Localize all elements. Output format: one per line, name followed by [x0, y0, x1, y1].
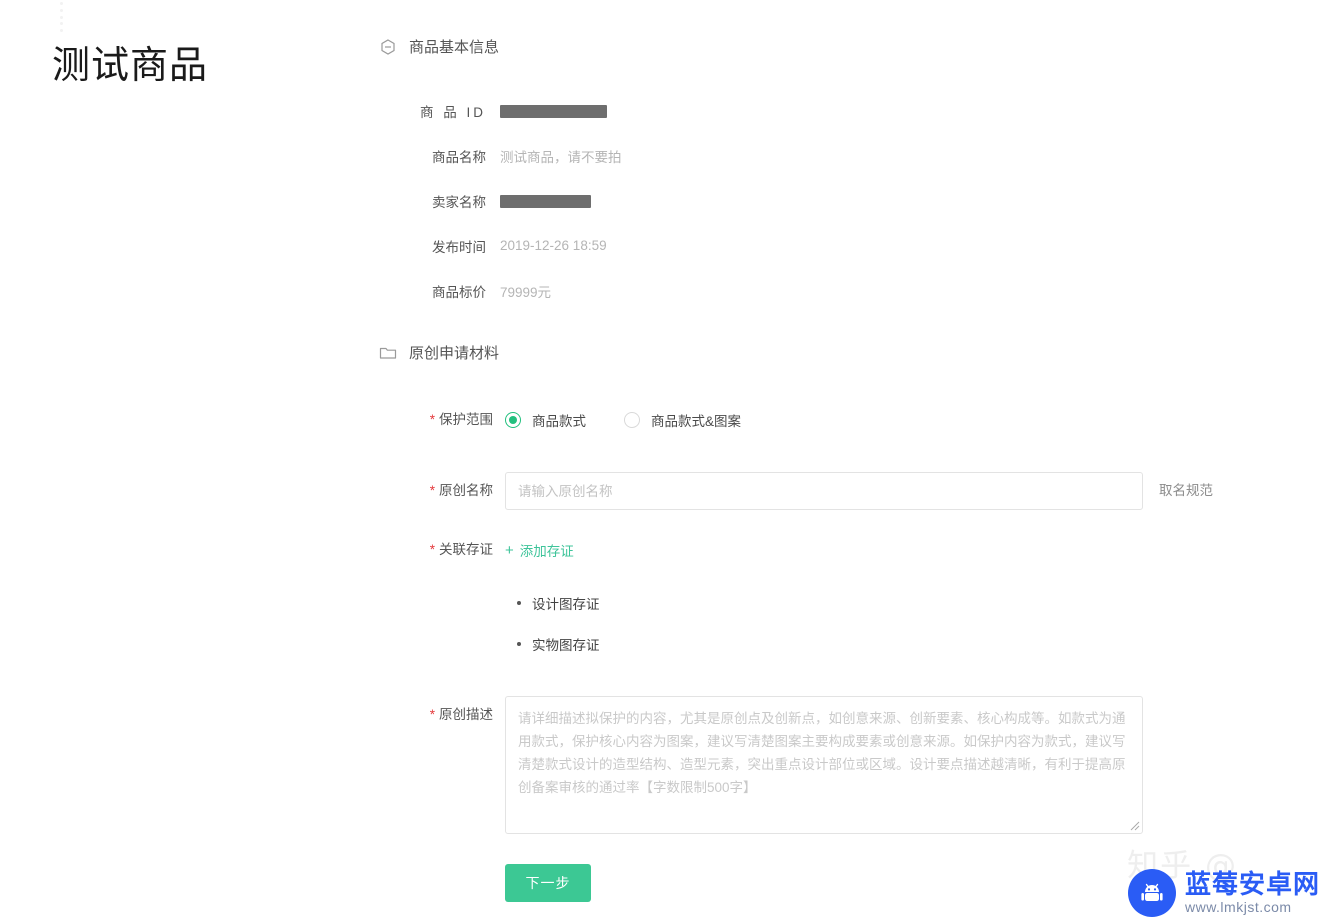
radio-label: 商品款式&图案	[651, 414, 742, 429]
radio-mark-selected	[505, 412, 521, 428]
add-evidence-button[interactable]: + 添加存证	[505, 540, 574, 560]
info-row-price: 商品标价 79999元	[360, 268, 1000, 313]
product-info-list: 商 品 ID 商品名称 测试商品，请不要拍 卖家名称 发布时间 2019-12-…	[360, 88, 1000, 313]
required-asterisk: *	[429, 412, 435, 427]
info-row-product-id: 商 品 ID	[360, 88, 1000, 133]
list-item-label: 设计图存证	[532, 596, 600, 612]
original-application-form: * 保护范围 商品款式 商品款式&图案 * 原创名称 取名规范 * 关联存证	[360, 400, 1326, 902]
info-label: 发布时间	[432, 239, 486, 255]
radio-label: 商品款式	[532, 414, 586, 429]
original-description-textarea[interactable]	[505, 696, 1143, 834]
form-row-linked-evidence: * 关联存证 + 添加存证	[360, 540, 1326, 560]
basic-info-heading-text: 商品基本信息	[409, 39, 500, 56]
form-row-protection-scope: * 保护范围 商品款式 商品款式&图案	[360, 400, 1326, 440]
android-robot-icon	[1127, 869, 1176, 917]
info-label: 商品名称	[432, 149, 486, 165]
next-step-button[interactable]: 下一步	[505, 864, 591, 902]
site-url: www.lmkjst.com	[1184, 899, 1292, 915]
folder-icon	[379, 347, 397, 359]
info-row-seller-name: 卖家名称	[360, 178, 1000, 223]
redacted-bar	[500, 104, 607, 118]
info-value-redacted	[500, 103, 607, 118]
evidence-list: 设计图存证 实物图存证	[360, 582, 1326, 664]
left-column: 测试商品	[0, 0, 360, 921]
main-panel: 商品基本信息 商 品 ID 商品名称 测试商品，请不要拍 卖家名称 发布时间 2…	[360, 0, 1326, 921]
protection-scope-radio-group: 商品款式 商品款式&图案	[505, 410, 779, 430]
info-value-redacted	[500, 193, 591, 208]
bullet-dot-icon	[517, 641, 521, 646]
original-name-input[interactable]	[505, 472, 1143, 510]
list-item-label: 实物图存证	[532, 637, 600, 653]
info-value: 79999元	[500, 284, 552, 300]
info-label: 卖家名称	[432, 194, 486, 210]
required-asterisk: *	[429, 483, 435, 498]
linked-evidence-label: * 关联存证	[360, 540, 505, 560]
info-row-product-name: 商品名称 测试商品，请不要拍	[360, 133, 1000, 178]
list-item[interactable]: 实物图存证	[505, 623, 1326, 664]
info-value: 测试商品，请不要拍	[500, 149, 622, 165]
info-row-publish-time: 发布时间 2019-12-26 18:59	[360, 223, 1000, 268]
naming-guideline-link[interactable]: 取名规范	[1159, 472, 1213, 510]
hexagon-icon	[381, 38, 395, 55]
required-asterisk: *	[429, 707, 435, 722]
site-watermark-text: 蓝莓安卓网 www.lmkjst.com	[1185, 870, 1320, 916]
required-asterisk: *	[429, 542, 435, 557]
label-text: 原创名称	[439, 483, 493, 498]
original-description-label: * 原创描述	[360, 696, 505, 725]
form-row-original-name: * 原创名称 取名规范	[360, 472, 1326, 510]
site-name: 蓝莓安卓网	[1184, 869, 1320, 899]
original-name-label: * 原创名称	[360, 481, 505, 501]
vertical-dots-icon	[58, 2, 64, 32]
bullet-dot-icon	[517, 600, 521, 605]
site-watermark-badge: 蓝莓安卓网 www.lmkjst.com	[1127, 869, 1320, 917]
info-label: 商品标价	[432, 284, 486, 300]
radio-mark-unselected	[624, 412, 640, 428]
protection-scope-label: * 保护范围	[360, 410, 505, 430]
radio-option-style-and-pattern[interactable]: 商品款式&图案	[624, 410, 741, 430]
form-row-original-description: * 原创描述	[360, 696, 1326, 834]
plus-icon: +	[505, 541, 514, 559]
material-heading-text: 原创申请材料	[409, 345, 500, 362]
redacted-bar	[500, 194, 591, 208]
info-label: 商 品 ID	[419, 104, 486, 120]
material-section-header: 原创申请材料	[378, 342, 499, 363]
add-evidence-label: 添加存证	[519, 544, 574, 559]
page-title: 测试商品	[52, 43, 209, 87]
description-textarea-wrapper	[505, 696, 1143, 834]
label-text: 关联存证	[439, 542, 493, 557]
radio-option-style[interactable]: 商品款式	[505, 410, 586, 430]
info-value: 2019-12-26 18:59	[500, 238, 607, 253]
basic-info-section-header: 商品基本信息	[378, 36, 499, 57]
label-text: 原创描述	[439, 707, 493, 722]
label-text: 保护范围	[439, 412, 493, 427]
list-item[interactable]: 设计图存证	[505, 582, 1326, 623]
